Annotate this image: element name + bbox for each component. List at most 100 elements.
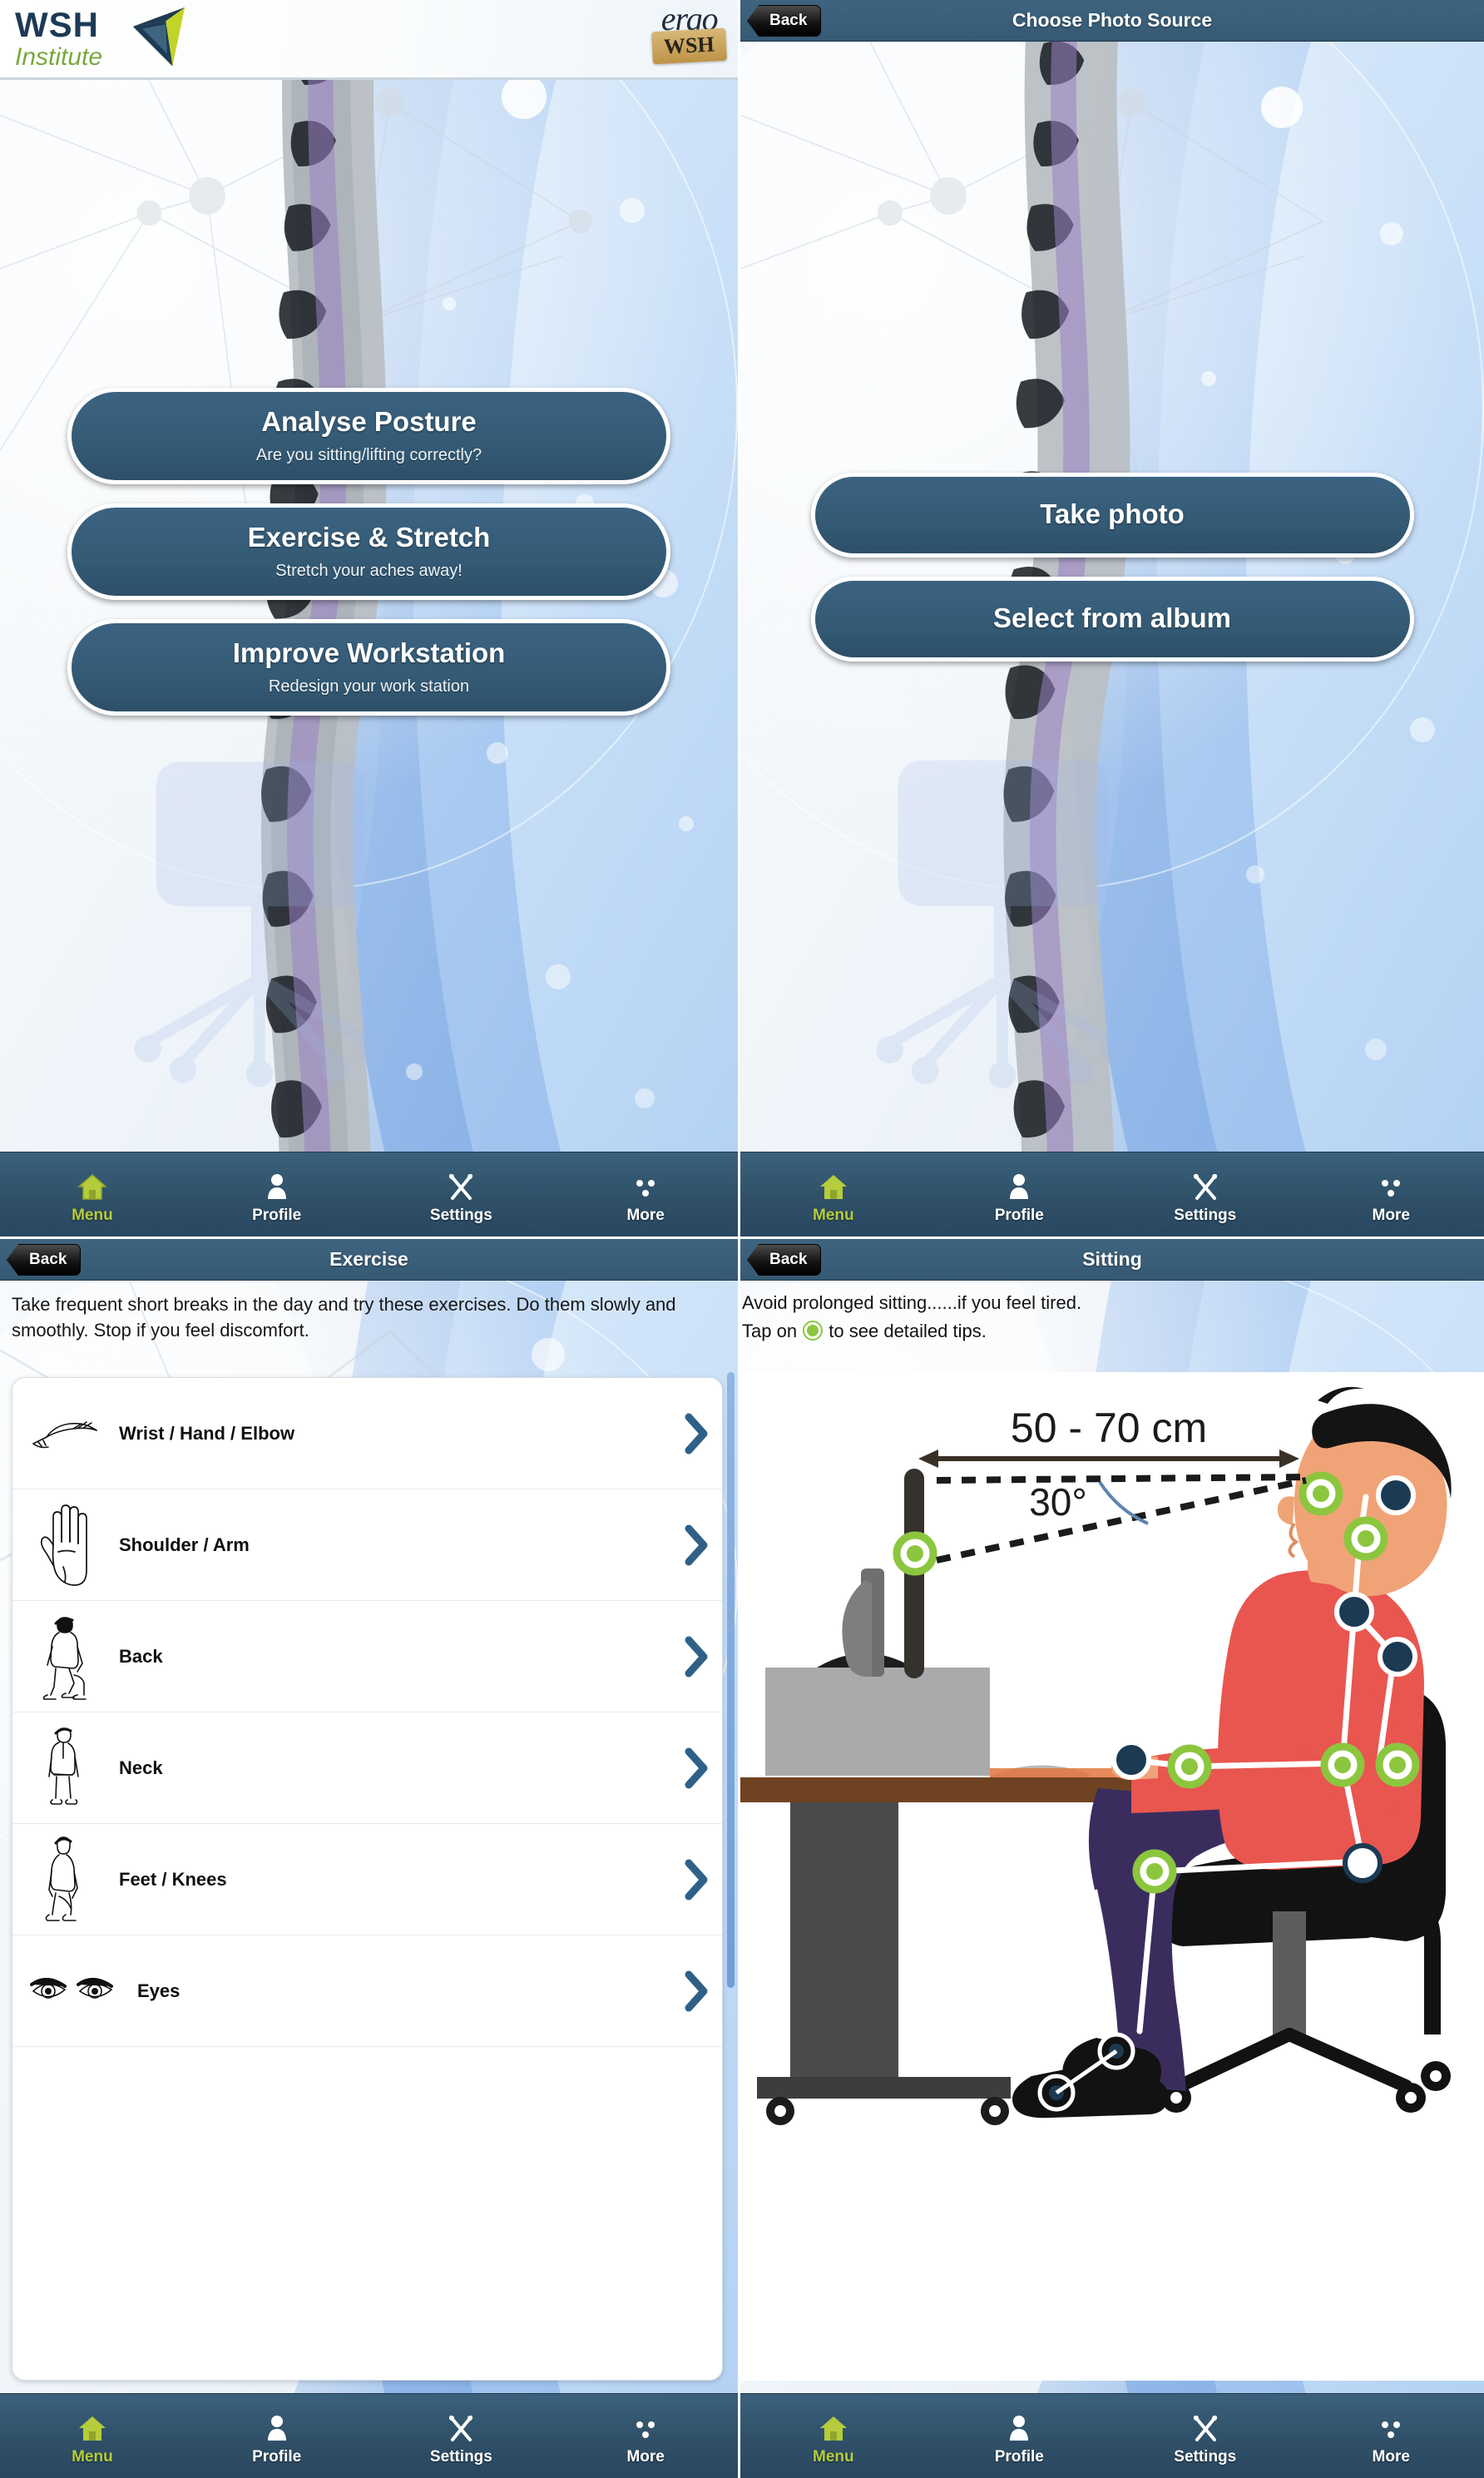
tab-menu-label: Menu (812, 1207, 854, 1224)
back-button[interactable]: Back (747, 1244, 822, 1276)
page-title: Choose Photo Source (1012, 9, 1213, 31)
sitting-tip-line-2: Tap on to see detailed tips. (742, 1317, 1484, 1346)
sitting-tip-line-1: Avoid prolonged sitting......if you feel… (742, 1292, 1082, 1313)
list-item-label: Wrist / Hand / Elbow (119, 1422, 295, 1444)
list-item-label: Back (119, 1645, 163, 1667)
sitting-title-bar: Back Sitting (740, 1239, 1484, 1281)
exercise-list: Wrist / Hand / Elbow Shoulder / Arm Back… (12, 1377, 723, 2381)
list-item[interactable]: Neck (12, 1712, 722, 1824)
back-button[interactable]: Back (7, 1244, 82, 1276)
list-item-label: Feet / Knees (119, 1868, 227, 1890)
tab-settings[interactable]: Settings (1112, 1152, 1298, 1237)
chevron-right-icon (682, 1524, 710, 1567)
ergo-wsh-logo: ergo @ WSH (651, 2, 727, 65)
tab-menu[interactable]: Menu (740, 2394, 927, 2478)
analyse-posture-subtitle: Are you sitting/lifting correctly? (255, 446, 482, 464)
tab-more[interactable]: More (1298, 2394, 1484, 2478)
four-panel-screenshot: WSH Institute ergo @ WSH Analyse Posture (0, 0, 1484, 2478)
tab-profile[interactable]: Profile (927, 1152, 1113, 1237)
list-item[interactable]: Wrist / Hand / Elbow (12, 1378, 722, 1489)
tab-settings[interactable]: Settings (1112, 2394, 1298, 2478)
list-item[interactable]: Eyes (12, 1935, 722, 2047)
select-from-album-button[interactable]: Select from album (810, 577, 1414, 662)
page-title: Exercise (329, 1248, 408, 1270)
tools-icon (447, 2412, 475, 2442)
chevron-right-icon (682, 1970, 710, 2013)
tab-profile[interactable]: Profile (185, 1152, 369, 1237)
ergo-logo-tag: WSH (651, 27, 727, 65)
exercise-stretch-title: Exercise & Stretch (247, 522, 491, 553)
chevron-right-icon (682, 1858, 710, 1901)
list-item-label: Eyes (137, 1980, 181, 2001)
analyse-posture-button[interactable]: Analyse Posture Are you sitting/lifting … (67, 388, 670, 484)
person-icon (1007, 2412, 1031, 2442)
panel-sitting: Back Sitting Avoid prolonged sitting....… (740, 1239, 1484, 2478)
tab-profile-label: Profile (994, 1207, 1044, 1224)
more-dots-icon (633, 1171, 658, 1201)
bottom-tab-bar: Menu Profile Settings More (0, 1152, 738, 1237)
list-item-label: Neck (119, 1757, 163, 1778)
bottom-tab-bar: Menu Profile Settings More (0, 2393, 738, 2478)
take-photo-button[interactable]: Take photo (810, 473, 1414, 558)
exercise-stretch-button[interactable]: Exercise & Stretch Stretch your aches aw… (67, 503, 670, 600)
tab-menu[interactable]: Menu (740, 1152, 927, 1237)
home-icon (77, 1171, 107, 1201)
exercise-intro-text: Take frequent short breaks in the day an… (12, 1294, 676, 1341)
tab-profile[interactable]: Profile (185, 2394, 369, 2478)
tab-settings-label: Settings (1174, 1207, 1237, 1224)
hand-flat-icon (27, 1389, 104, 1479)
sitting-tip-prefix: Tap on (742, 1321, 803, 1341)
tab-profile[interactable]: Profile (927, 2394, 1113, 2478)
tab-more-label: More (1372, 2448, 1410, 2466)
chevron-right-icon (682, 1635, 710, 1678)
tab-settings[interactable]: Settings (369, 1152, 554, 1237)
person-standing-icon (27, 1723, 104, 1813)
take-photo-label: Take photo (1040, 498, 1185, 529)
improve-workstation-title: Improve Workstation (232, 637, 506, 668)
tools-icon (447, 1171, 475, 1201)
tab-menu[interactable]: Menu (0, 2394, 185, 2478)
home-icon (819, 1171, 848, 1201)
improve-workstation-button[interactable]: Improve Workstation Redesign your work s… (67, 619, 670, 716)
person-icon (265, 2412, 289, 2442)
tab-menu[interactable]: Menu (0, 1152, 185, 1237)
wsh-logo-subtitle: Institute (15, 43, 103, 71)
vertical-scrollbar[interactable] (727, 1372, 735, 1988)
list-item[interactable]: Shoulder / Arm (12, 1489, 722, 1601)
tab-more[interactable]: More (553, 2394, 738, 2478)
person-bending-icon (27, 1612, 104, 1702)
page-title: Sitting (1082, 1248, 1142, 1270)
sitting-posture-diagram[interactable]: 50 - 70 cm 30° (740, 1372, 1484, 2381)
sitting-tips-text: Avoid prolonged sitting......if you feel… (740, 1281, 1484, 1372)
wsh-institute-logo: WSH Institute (15, 7, 103, 72)
list-item[interactable]: Feet / Knees (12, 1824, 722, 1935)
chevron-right-icon (682, 1747, 710, 1790)
tab-more-label: More (626, 1207, 665, 1224)
exercise-title-bar: Back Exercise (0, 1239, 738, 1281)
tab-settings-label: Settings (1174, 2448, 1237, 2466)
tab-more[interactable]: More (1298, 1152, 1484, 1237)
more-dots-icon (633, 2412, 658, 2442)
person-icon (265, 1171, 289, 1201)
tab-menu-label: Menu (72, 2448, 113, 2466)
tab-more[interactable]: More (553, 1152, 738, 1237)
angle-label: 30° (1029, 1480, 1087, 1524)
list-item[interactable]: Back (12, 1601, 722, 1712)
distance-label: 50 - 70 cm (1011, 1405, 1207, 1451)
bottom-tab-bar: Menu Profile Settings More (740, 2393, 1484, 2478)
analyse-posture-title: Analyse Posture (261, 406, 477, 437)
tab-settings[interactable]: Settings (369, 2394, 554, 2478)
tab-more-label: More (1372, 1207, 1410, 1224)
open-palm-icon (27, 1500, 104, 1590)
more-dots-icon (1378, 2412, 1403, 2442)
sitting-tip-suffix: to see detailed tips. (824, 1321, 987, 1341)
tab-profile-label: Profile (252, 1207, 302, 1224)
home-icon (77, 2412, 107, 2442)
back-button[interactable]: Back (747, 5, 822, 37)
person-stretching-icon (27, 1835, 104, 1925)
panel-choose-photo-source: Back Choose Photo Source Take photo Sele… (740, 0, 1484, 1239)
tab-menu-label: Menu (72, 1207, 113, 1224)
tab-settings-label: Settings (429, 2448, 492, 2466)
improve-workstation-subtitle: Redesign your work station (268, 677, 470, 696)
photo-source-title-bar: Back Choose Photo Source (740, 0, 1484, 42)
